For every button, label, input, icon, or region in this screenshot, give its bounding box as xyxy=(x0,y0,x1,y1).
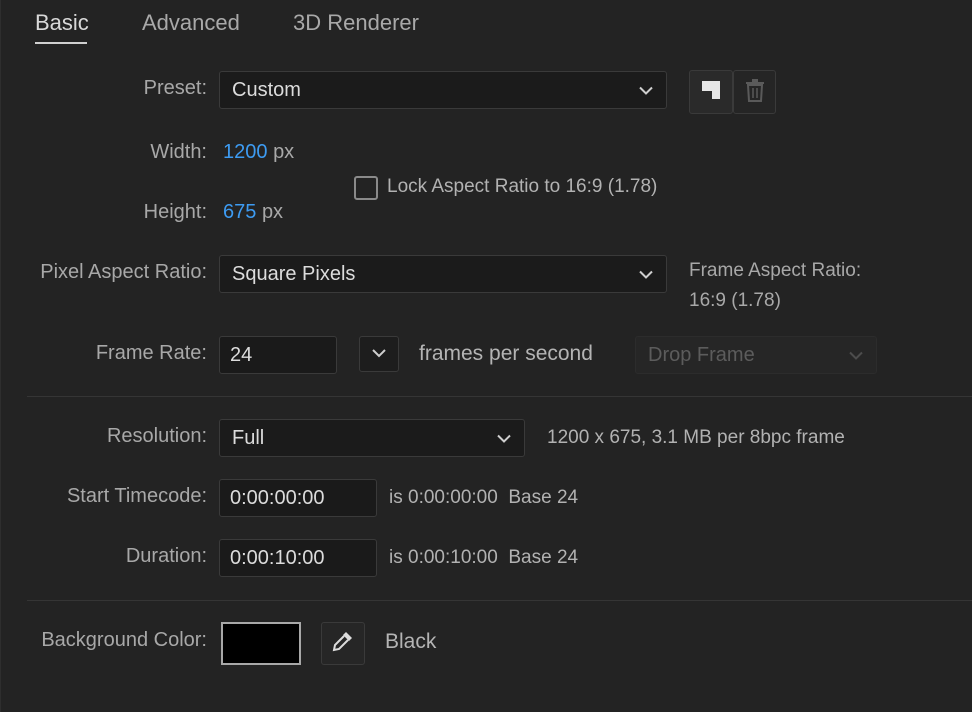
background-color-swatch[interactable] xyxy=(221,622,301,665)
frame-rate-value: 24 xyxy=(230,343,253,366)
frame-rate-suffix: frames per second xyxy=(419,342,593,365)
height-label: Height: xyxy=(143,201,207,223)
width-field: 1200 px xyxy=(223,141,294,164)
delete-preset-button[interactable] xyxy=(733,70,776,114)
preset-label: Preset: xyxy=(143,77,207,99)
start-timecode-input[interactable]: 0:00:00:00 xyxy=(219,479,377,517)
pixel-aspect-label: Pixel Aspect Ratio: xyxy=(40,261,207,283)
trash-icon xyxy=(744,78,766,107)
frame-rate-preset-button[interactable] xyxy=(359,336,399,372)
chevron-down-icon xyxy=(848,344,864,367)
pixel-aspect-dropdown[interactable]: Square Pixels xyxy=(219,255,667,293)
background-color-label: Background Color: xyxy=(41,629,207,651)
chevron-down-icon xyxy=(638,79,654,102)
height-field: 675 px xyxy=(223,201,283,224)
drop-frame-dropdown[interactable]: Drop Frame xyxy=(635,336,877,374)
section-divider xyxy=(27,600,972,601)
frame-aspect-label: Frame Aspect Ratio: xyxy=(689,260,862,281)
frame-rate-label: Frame Rate: xyxy=(95,342,207,364)
preset-dropdown[interactable]: Custom xyxy=(219,71,667,109)
drop-frame-value: Drop Frame xyxy=(648,343,755,366)
height-unit: px xyxy=(261,201,284,223)
chevron-down-icon xyxy=(371,345,387,363)
resolution-label: Resolution: xyxy=(106,425,207,447)
eyedropper-button[interactable] xyxy=(321,622,365,665)
resolution-dropdown[interactable]: Full xyxy=(219,419,525,457)
start-timecode-value: 0:00:00:00 xyxy=(230,486,325,509)
lock-aspect-label: Lock Aspect Ratio to 16:9 (1.78) xyxy=(387,176,658,197)
start-timecode-label: Start Timecode: xyxy=(66,485,207,507)
tab-3d-renderer[interactable]: 3D Renderer xyxy=(293,10,419,36)
duration-value: 0:00:10:00 xyxy=(230,546,325,569)
save-preset-icon xyxy=(699,78,723,107)
frame-aspect-value: 16:9 (1.78) xyxy=(689,290,781,311)
lock-aspect-checkbox[interactable] xyxy=(354,176,378,200)
width-value[interactable]: 1200 xyxy=(223,141,268,163)
background-color-name: Black xyxy=(385,630,437,653)
chevron-down-icon xyxy=(496,427,512,450)
height-value[interactable]: 675 xyxy=(223,201,256,223)
active-tab-indicator xyxy=(35,42,87,44)
width-unit: px xyxy=(273,141,295,163)
resolution-info: 1200 x 675, 3.1 MB per 8bpc frame xyxy=(547,427,845,448)
preset-value: Custom xyxy=(232,78,301,101)
resolution-value: Full xyxy=(232,426,265,449)
pixel-aspect-value: Square Pixels xyxy=(232,262,356,285)
start-timecode-info: is 0:00:00:00 Base 24 xyxy=(389,487,579,508)
duration-info: is 0:00:10:00 Base 24 xyxy=(389,547,579,568)
composition-settings-panel: Basic Advanced 3D Renderer Preset: Custo… xyxy=(0,0,972,712)
duration-input[interactable]: 0:00:10:00 xyxy=(219,539,377,577)
tab-advanced[interactable]: Advanced xyxy=(142,10,240,36)
frame-rate-input[interactable]: 24 xyxy=(219,336,337,374)
chevron-down-icon xyxy=(638,263,654,286)
tab-basic[interactable]: Basic xyxy=(35,10,89,36)
save-preset-button[interactable] xyxy=(689,70,733,114)
width-label: Width: xyxy=(150,141,207,163)
duration-label: Duration: xyxy=(125,545,207,567)
section-divider xyxy=(27,396,972,397)
eyedropper-icon xyxy=(331,629,355,658)
